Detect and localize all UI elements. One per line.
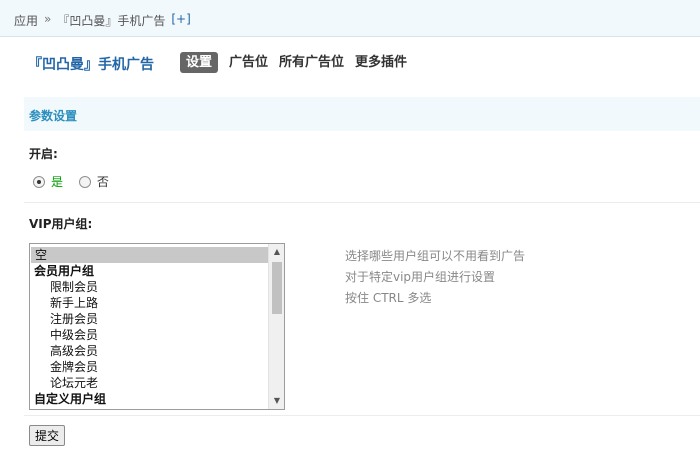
tab-all-ad-slots[interactable]: 所有广告位 [279,52,344,73]
top-bar: 应用 » 『凹凸曼』手机广告 [+] [0,0,700,37]
vip-option-intermediate[interactable]: 中级会员 [30,327,270,343]
enable-no-label: 否 [96,175,109,189]
plugin-title: 『凹凸曼』手机广告 [28,57,154,73]
vip-group-label: VIP用户组: [29,217,93,231]
vip-option-restricted[interactable]: 限制会员 [30,279,270,295]
enable-yes-option[interactable]: 是 [33,173,63,190]
scroll-thumb[interactable] [272,262,282,314]
vip-optgroup-custom: 自定义用户组 [34,392,107,406]
breadcrumb-root-link[interactable]: 应用 [14,12,38,29]
vip-group-options: 空 会员用户组 限制会员 新手上路 注册会员 中级会员 高级会员 金牌会员 论坛… [30,247,270,407]
hint-line: 对于特定vip用户组进行设置 [345,270,496,284]
enable-no-option[interactable]: 否 [78,173,109,190]
scroll-up-arrow-icon[interactable]: ▲ [269,244,284,260]
tab-ad-slot[interactable]: 广告位 [229,52,268,73]
enable-label: 开启: [29,147,58,161]
add-shortcut-link[interactable]: [+] [171,12,190,26]
enable-no-radio[interactable] [78,175,91,188]
enable-yes-label: 是 [51,175,64,189]
vip-option-registered[interactable]: 注册会员 [30,311,270,327]
breadcrumb-current[interactable]: 『凹凸曼』手机广告 [57,12,165,29]
enable-radio-group: 是 否 [33,173,121,190]
breadcrumb: 应用 » 『凹凸曼』手机广告 [+] [14,12,191,29]
enable-yes-radio[interactable] [33,175,45,188]
listbox-scrollbar[interactable]: ▲ ▼ [268,244,284,409]
vip-option-gold[interactable]: 金牌会员 [30,359,270,375]
section-title: 参数设置 [29,109,78,123]
divider [24,415,700,416]
tab-more-plugins[interactable]: 更多插件 [355,52,407,73]
vip-option-newbie[interactable]: 新手上路 [30,295,270,311]
submit-button[interactable]: 提交 [29,425,66,446]
hint-line: 按住 CTRL 多选 [345,291,432,305]
plugin-nav: 设置 广告位 所有广告位 更多插件 [180,52,418,73]
tab-settings[interactable]: 设置 [180,52,219,73]
vip-option-advanced[interactable]: 高级会员 [30,343,270,359]
vip-group-hints: 选择哪些用户组可以不用看到广告 对于特定vip用户组进行设置 按住 CTRL 多… [345,248,525,311]
divider [24,202,700,203]
hint-line: 选择哪些用户组可以不用看到广告 [345,249,526,263]
vip-group-select[interactable]: 空 会员用户组 限制会员 新手上路 注册会员 中级会员 高级会员 金牌会员 论坛… [29,243,285,410]
vip-optgroup-member: 会员用户组 [34,264,95,278]
section-header: 参数设置 [24,97,700,131]
vip-option-veteran[interactable]: 论坛元老 [30,375,270,391]
breadcrumb-separator: » [44,12,52,26]
scroll-down-arrow-icon[interactable]: ▼ [269,393,284,409]
vip-option-empty[interactable]: 空 [31,247,269,263]
